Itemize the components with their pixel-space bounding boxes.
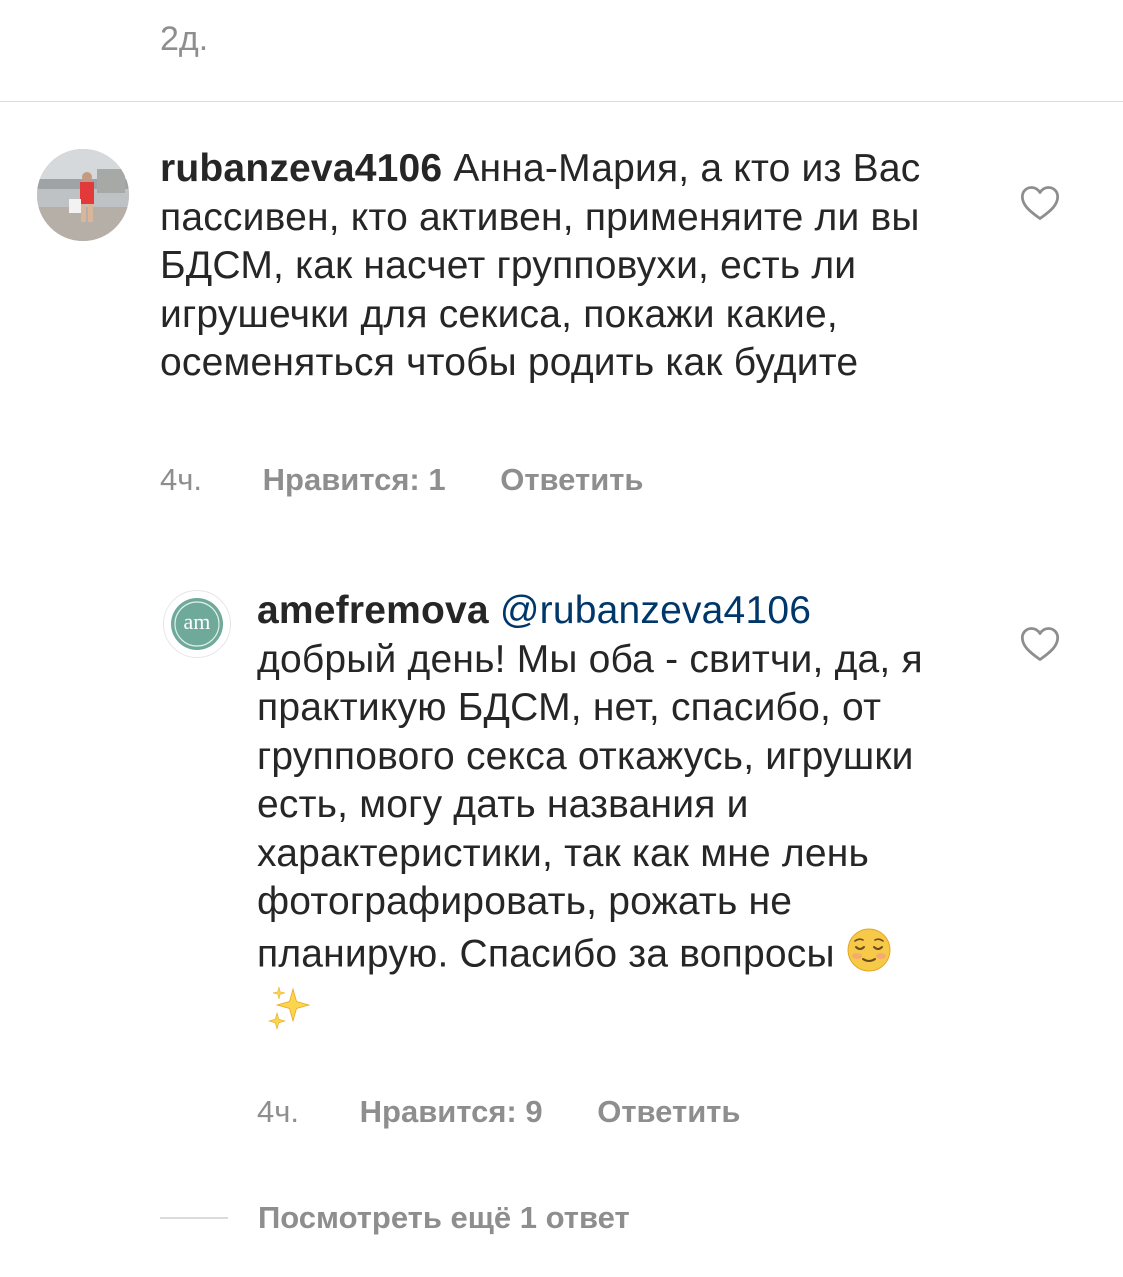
likes-count-button[interactable]: Нравится: 1 <box>263 462 446 498</box>
reply-text-block: amefremova @rubanzeva4106 добрый день! М… <box>257 587 957 1044</box>
comment-text-block: rubanzeva4106 Анна-Мария, а кто из Вас п… <box>160 145 960 388</box>
comment-time: 4ч. <box>160 462 203 497</box>
view-more-replies-label: Посмотреть ещё 1 ответ <box>258 1200 630 1235</box>
likes-count-button[interactable]: Нравится: 9 <box>360 1094 543 1130</box>
replies-divider-line <box>160 1216 228 1219</box>
heart-outline-icon[interactable] <box>1020 185 1060 221</box>
reply-body: добрый день! Мы оба - свитчи, да, я прак… <box>257 637 923 976</box>
previous-comment-time: 2д. <box>160 20 209 58</box>
view-more-replies-button[interactable]: Посмотреть ещё 1 ответ <box>160 1200 630 1236</box>
reply-button[interactable]: Ответить <box>500 462 643 498</box>
comment-username[interactable]: rubanzeva4106 <box>160 147 442 190</box>
avatar-monogram: am <box>183 609 211 634</box>
reply-time: 4ч. <box>257 1094 300 1129</box>
reply-button[interactable]: Ответить <box>597 1094 740 1130</box>
divider <box>0 101 1123 102</box>
heart-outline-icon[interactable] <box>1020 626 1060 662</box>
reply-meta: 4ч. Нравится: 9 Ответить <box>257 1094 741 1130</box>
relieved-face-emoji <box>846 927 892 986</box>
am-logo-avatar[interactable]: am <box>163 590 231 658</box>
comment-meta: 4ч. Нравится: 1 Ответить <box>160 462 644 498</box>
reply-username[interactable]: amefremova <box>257 589 489 632</box>
user-photo-avatar[interactable] <box>37 149 129 241</box>
sparkles-emoji <box>267 985 313 1044</box>
reply-mention-link[interactable]: @rubanzeva4106 <box>500 589 811 632</box>
